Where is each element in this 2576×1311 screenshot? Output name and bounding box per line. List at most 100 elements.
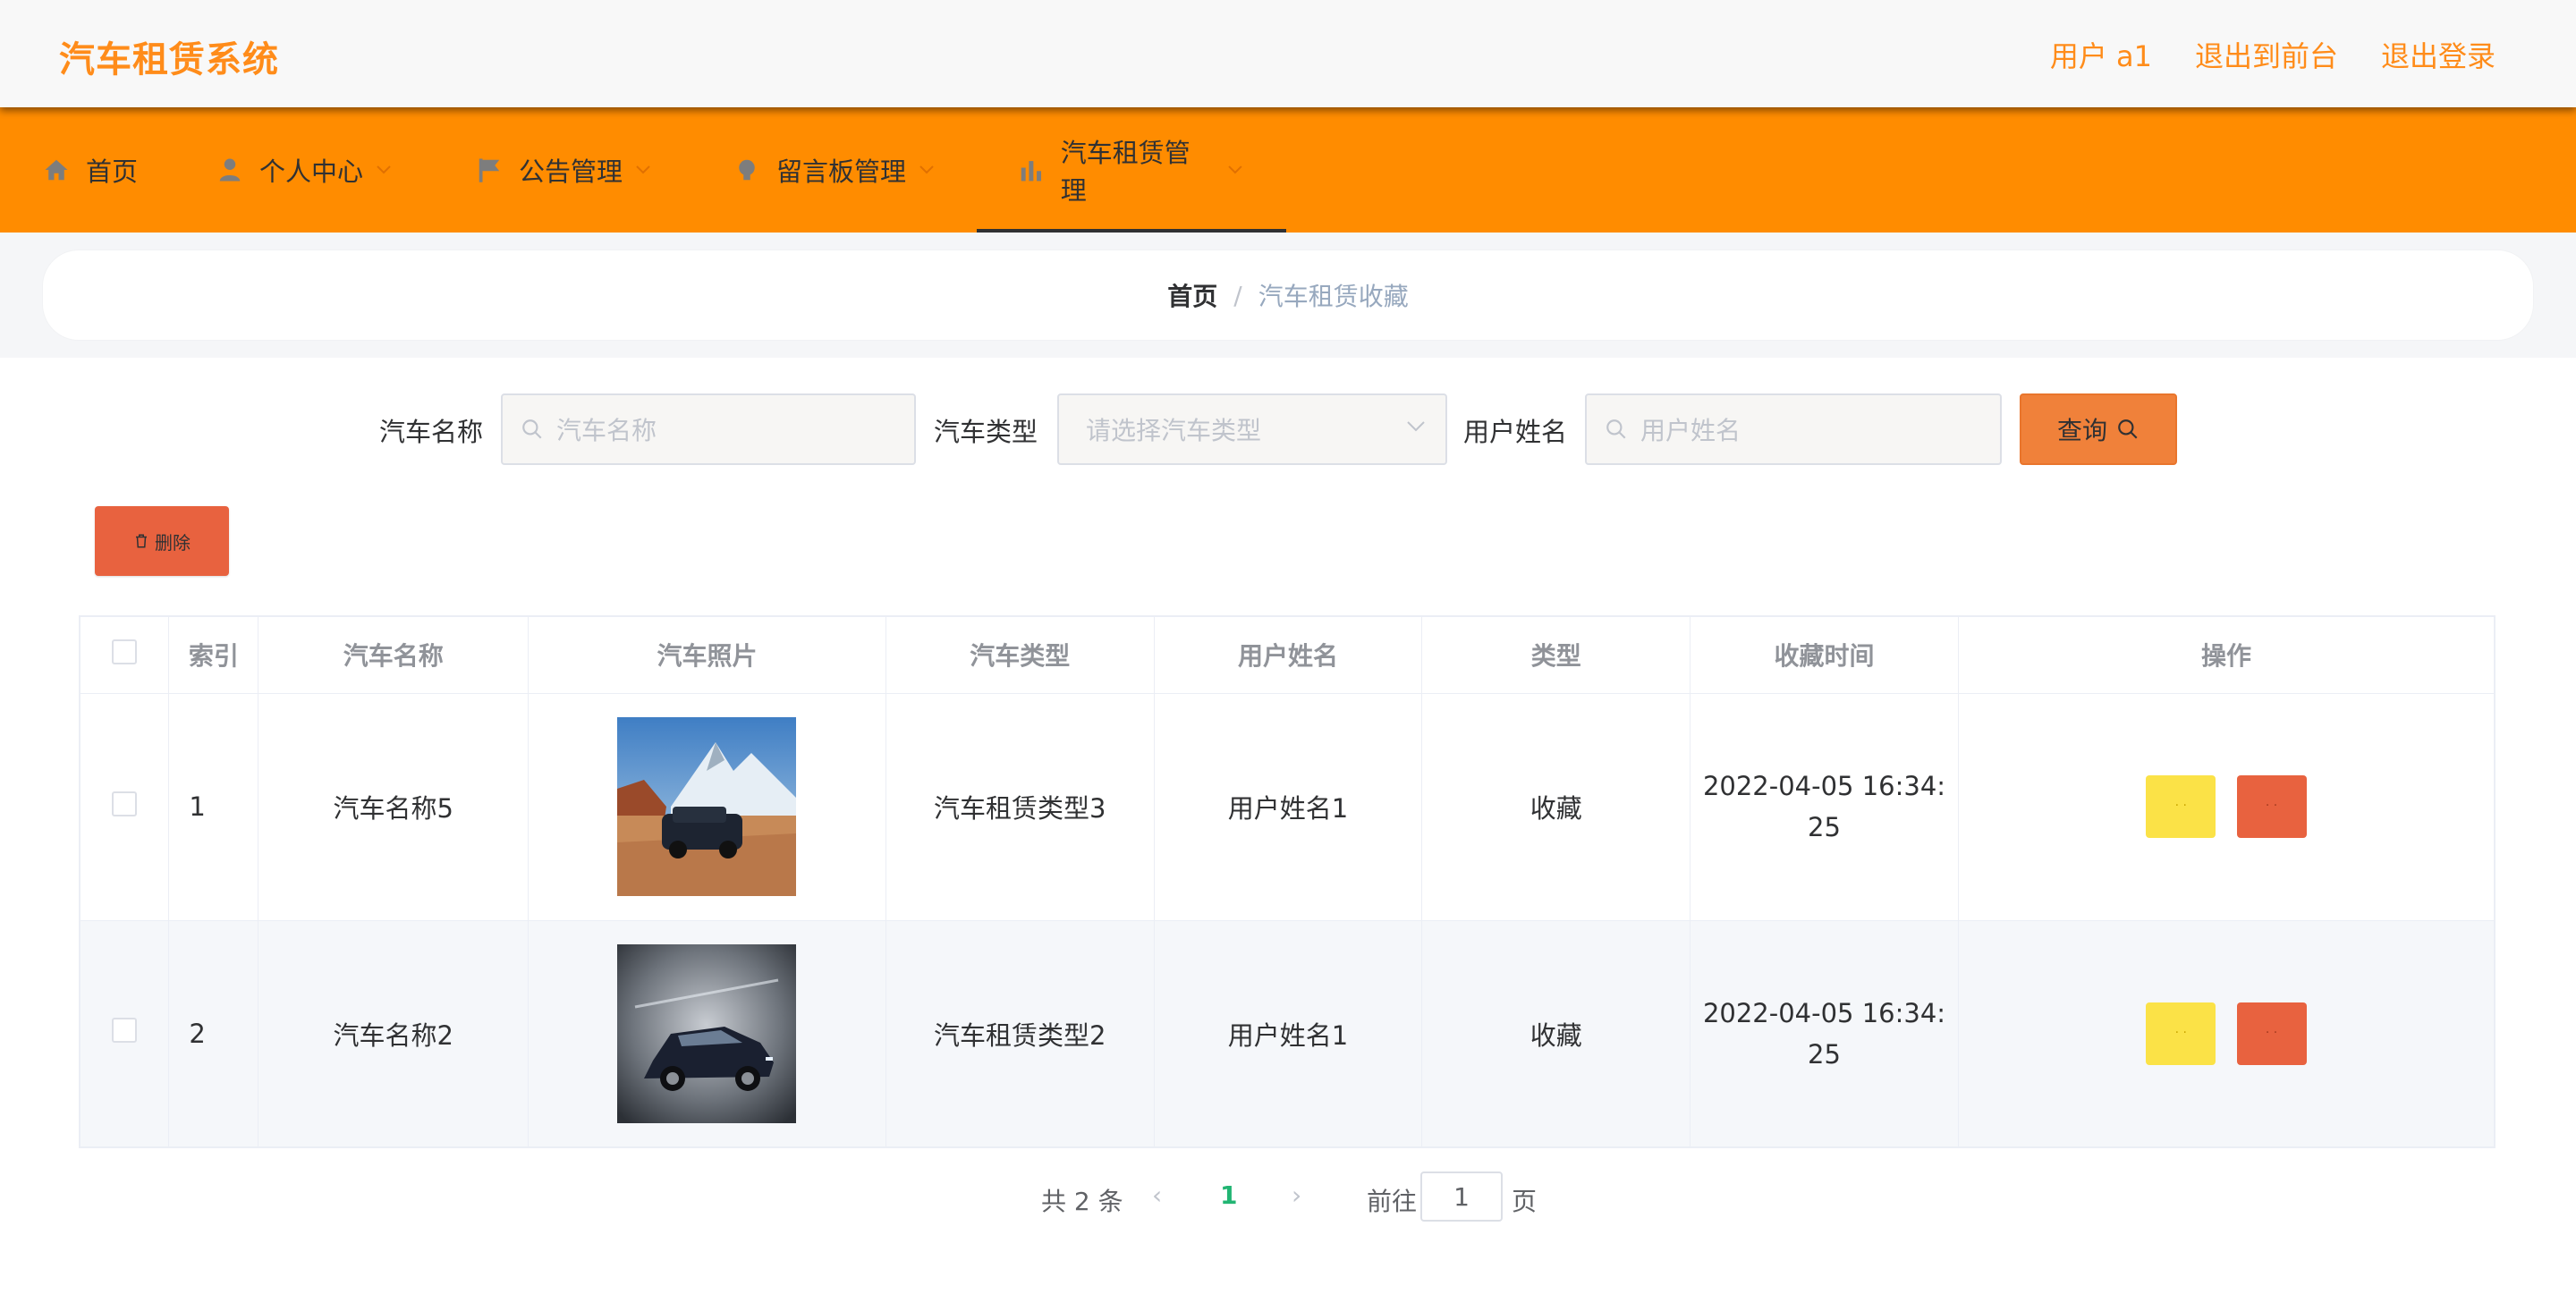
- pagination: 共 2 条 ‹ 1 › 前往 1 页: [43, 1171, 2533, 1225]
- row-select-cell: [79, 692, 170, 921]
- favorites-table: 索引 汽车名称 汽车照片 汽车类型 用户姓名 类型 收藏时间 操作 1 汽车名称…: [79, 615, 2496, 1148]
- col-header-car-photo: 汽车照片: [528, 615, 886, 694]
- row-index: 1: [168, 692, 259, 921]
- nav-item-message-board[interactable]: 留言板管理: [733, 107, 935, 233]
- detail-button-glyph: · ·: [2174, 799, 2187, 813]
- car-type-placeholder: 请选择汽车类型: [1086, 416, 1262, 445]
- col-header-car-type: 汽车类型: [885, 615, 1155, 694]
- col-header-actions: 操作: [1957, 615, 2496, 694]
- chevron-left-icon[interactable]: ‹: [1152, 1180, 1162, 1210]
- bulb-icon: [739, 159, 755, 181]
- delete-button-glyph: · ·: [2265, 799, 2278, 813]
- row-select-cell: [79, 919, 170, 1148]
- pagination-page-suffix: 页: [1512, 1187, 1538, 1216]
- car-name-input[interactable]: 汽车名称: [501, 393, 916, 465]
- col-header-type: 类型: [1421, 615, 1691, 694]
- chevron-down-icon: [377, 165, 391, 174]
- table-header-row: 索引 汽车名称 汽车照片 汽车类型 用户姓名 类型 收藏时间 操作: [79, 615, 2496, 694]
- row-type: 收藏: [1421, 919, 1691, 1148]
- car-photo[interactable]: [617, 717, 797, 896]
- nav-label-home: 首页: [86, 156, 139, 187]
- row-time-line2: 25: [1808, 1038, 1841, 1070]
- detail-button-glyph: · ·: [2174, 1025, 2187, 1040]
- delete-button[interactable]: · ·: [2236, 1002, 2307, 1065]
- chevron-down-icon: [1228, 165, 1242, 174]
- row-checkbox[interactable]: [112, 1018, 138, 1044]
- search-icon: [2118, 419, 2138, 439]
- user-icon: [219, 158, 241, 182]
- col-header-time: 收藏时间: [1690, 615, 1959, 694]
- col-header-index: 索引: [168, 615, 259, 694]
- trash-icon: [136, 534, 147, 548]
- row-time-line2: 25: [1808, 812, 1841, 842]
- user-name-label: 用户姓名: [1463, 417, 1568, 447]
- pagination-goto-label: 前往: [1367, 1187, 1418, 1216]
- flag-icon: [479, 158, 500, 182]
- nav-label-message-board: 留言板管理: [776, 156, 907, 187]
- chevron-down-icon: [1407, 421, 1425, 432]
- row-time: 2022-04-05 16:34: 25: [1690, 692, 1959, 921]
- row-car-name: 汽车名称2: [258, 919, 530, 1148]
- search-form: 汽车名称 汽车名称 汽车类型 请选择汽车类型 用户姓名 用户姓名 查询: [43, 393, 2533, 465]
- current-user-label[interactable]: 用户 a1: [2050, 34, 2152, 75]
- car-type-label: 汽车类型: [934, 417, 1038, 447]
- nav-label-car-rental: 汽车租赁管理: [1060, 138, 1191, 206]
- search-icon: [1606, 419, 1626, 439]
- delete-button-glyph: · ·: [2265, 1025, 2278, 1040]
- row-time-line1: 2022-04-05 16:34:: [1702, 771, 1946, 801]
- app-title: 汽车租赁系统: [59, 39, 279, 80]
- nav-item-home[interactable]: 首页: [43, 107, 138, 233]
- breadcrumb-home[interactable]: 首页: [1167, 277, 1217, 313]
- col-header-user-name: 用户姓名: [1153, 615, 1423, 694]
- logout-link[interactable]: 退出登录: [2381, 34, 2496, 75]
- delete-button[interactable]: · ·: [2236, 775, 2307, 838]
- row-photo-cell: [528, 692, 886, 921]
- car-name-placeholder: 汽车名称: [556, 416, 657, 445]
- exit-to-front-link[interactable]: 退出到前台: [2195, 34, 2338, 75]
- detail-button[interactable]: · ·: [2146, 775, 2216, 838]
- nav-item-notice[interactable]: 公告管理: [476, 107, 651, 233]
- main-nav: 首页 个人中心 公告管理 留言板管理 汽车租赁管理: [0, 107, 2576, 233]
- pagination-goto-input[interactable]: 1: [1420, 1171, 1503, 1222]
- header-links: 用户 a1 退出到前台 退出登录: [2050, 34, 2496, 75]
- nav-item-car-rental[interactable]: 汽车租赁管理: [977, 107, 1286, 233]
- bar-chart-icon: [1021, 161, 1042, 182]
- row-actions: · · · ·: [1957, 919, 2496, 1148]
- row-car-type: 汽车租赁类型3: [885, 692, 1155, 921]
- batch-delete-button[interactable]: 删除: [95, 506, 229, 576]
- user-name-input[interactable]: 用户姓名: [1585, 393, 2002, 465]
- chevron-right-icon[interactable]: ›: [1292, 1180, 1301, 1210]
- row-checkbox[interactable]: [112, 791, 138, 816]
- content-panel: 汽车名称 汽车名称 汽车类型 请选择汽车类型 用户姓名 用户姓名 查询 删除 索…: [43, 358, 2533, 1261]
- car-name-label: 汽车名称: [379, 417, 484, 447]
- batch-delete-label: 删除: [155, 531, 191, 554]
- breadcrumb: 首页 / 汽车租赁收藏: [43, 250, 2533, 340]
- top-header: 汽车租赁系统 用户 a1 退出到前台 退出登录: [0, 0, 2576, 107]
- col-header-car-name: 汽车名称: [258, 615, 530, 694]
- row-actions: · · · ·: [1957, 692, 2496, 921]
- pagination-total: 共 2 条: [1041, 1187, 1123, 1216]
- row-photo-cell: [528, 919, 886, 1148]
- home-icon: [45, 159, 68, 181]
- row-index: 2: [168, 919, 259, 1148]
- row-type: 收藏: [1421, 692, 1691, 921]
- select-all-cell: [79, 615, 170, 694]
- chevron-down-icon: [919, 165, 934, 174]
- breadcrumb-separator: /: [1233, 280, 1242, 310]
- row-user-name: 用户姓名1: [1153, 692, 1423, 921]
- nav-label-personal-center: 个人中心: [259, 156, 364, 187]
- chevron-down-icon: [636, 165, 650, 174]
- row-car-name: 汽车名称5: [258, 692, 530, 921]
- pagination-page-1[interactable]: 1: [1220, 1180, 1237, 1210]
- breadcrumb-current: 汽车租赁收藏: [1258, 282, 1409, 311]
- row-time-line1: 2022-04-05 16:34:: [1702, 997, 1946, 1028]
- select-all-checkbox[interactable]: [112, 639, 138, 664]
- car-type-select[interactable]: 请选择汽车类型: [1057, 393, 1447, 465]
- detail-button[interactable]: · ·: [2146, 1002, 2216, 1065]
- table-row: 2 汽车名称2 汽车租赁类型2 用户姓名1 收藏 2022-04-05 16:3…: [79, 919, 2496, 1148]
- query-button-label: 查询: [2056, 416, 2107, 445]
- query-button[interactable]: 查询: [2020, 393, 2177, 465]
- nav-item-personal-center[interactable]: 个人中心: [216, 107, 392, 233]
- car-photo[interactable]: [617, 943, 797, 1123]
- row-time: 2022-04-05 16:34: 25: [1690, 919, 1959, 1148]
